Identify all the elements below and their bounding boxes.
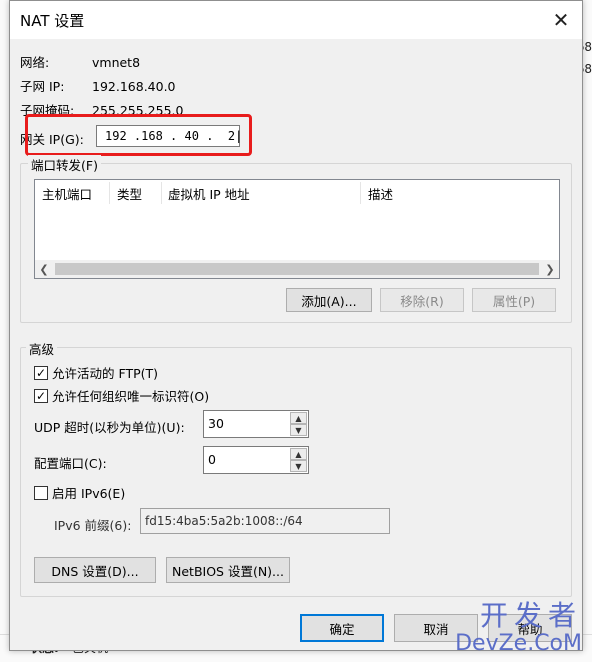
properties-button[interactable]: 属性(P)	[472, 288, 556, 312]
column-host-port[interactable]: 主机端口	[42, 184, 92, 203]
column-separator	[109, 182, 110, 204]
column-description[interactable]: 描述	[368, 184, 393, 203]
enable-ipv6-label[interactable]: 启用 IPv6(E)	[52, 483, 125, 502]
allow-oui-row[interactable]: ✓ 允许任何组织唯一标识符(O)	[34, 386, 209, 405]
scroll-left-icon[interactable]: ❮	[35, 260, 53, 278]
udp-timeout-stepper[interactable]: 30 ▲ ▼	[203, 410, 309, 438]
column-type[interactable]: 类型	[117, 184, 142, 203]
allow-ftp-row[interactable]: ✓ 允许活动的 FTP(T)	[34, 363, 158, 382]
allow-ftp-label[interactable]: 允许活动的 FTP(T)	[52, 363, 158, 382]
port-forwarding-list[interactable]: 主机端口 类型 虚拟机 IP 地址 描述 ❮ ❯	[34, 179, 560, 279]
network-value: vmnet8	[92, 55, 141, 70]
gateway-ip-input[interactable]: 192 .168 . 40 . 2|	[96, 125, 242, 147]
allow-oui-checkbox[interactable]: ✓	[34, 388, 48, 403]
network-label: 网络:	[20, 55, 50, 70]
subnet-ip-row: 子网 IP: 192.168.40.0	[20, 76, 176, 95]
ip-octet-2[interactable]: 168	[141, 129, 163, 143]
dialog-title: NAT 设置	[20, 12, 85, 30]
spin-up-icon[interactable]: ▲	[290, 412, 307, 424]
udp-timeout-label: UDP 超时(以秒为单位)(U):	[34, 420, 185, 435]
subnet-mask-row: 子网掩码: 255.255.255.0	[20, 100, 183, 119]
ip-octet-1[interactable]: 192	[105, 129, 127, 143]
ip-octet-4[interactable]: 2	[228, 129, 235, 143]
scroll-thumb[interactable]	[55, 263, 539, 275]
add-button[interactable]: 添加(A)...	[286, 288, 372, 312]
ipv6-prefix-input: fd15:4ba5:5a2b:1008::/64	[140, 508, 390, 534]
udp-timeout-value[interactable]: 30	[208, 416, 224, 431]
remove-button[interactable]: 移除(R)	[380, 288, 464, 312]
list-header: 主机端口 类型 虚拟机 IP 地址 描述	[35, 180, 559, 206]
config-port-label: 配置端口(C):	[34, 456, 107, 471]
config-port-value[interactable]: 0	[208, 452, 216, 467]
subnet-ip-value: 192.168.40.0	[92, 79, 176, 94]
column-separator	[161, 182, 162, 204]
dns-settings-button[interactable]: DNS 设置(D)...	[34, 557, 156, 583]
spin-down-icon[interactable]: ▼	[290, 424, 307, 436]
gateway-ip-label: 网关 IP(G):	[20, 132, 84, 147]
title-bar: NAT 设置 ✕	[10, 1, 582, 39]
network-row: 网络: vmnet8	[20, 52, 140, 71]
ip-octet-3[interactable]: 40	[185, 129, 199, 143]
netbios-settings-button[interactable]: NetBIOS 设置(N)...	[166, 557, 290, 583]
advanced-title: 高级	[26, 339, 58, 358]
help-button[interactable]: 帮助	[488, 614, 572, 642]
enable-ipv6-row[interactable]: 启用 IPv6(E)	[34, 483, 125, 502]
horizontal-scrollbar[interactable]: ❮ ❯	[35, 260, 559, 278]
subnet-ip-label: 子网 IP:	[20, 79, 65, 94]
checkmark-icon: ✓	[35, 365, 47, 380]
close-icon: ✕	[552, 8, 570, 32]
subnet-mask-value: 255.255.255.0	[92, 103, 184, 118]
column-vm-ip[interactable]: 虚拟机 IP 地址	[168, 184, 250, 203]
cancel-button[interactable]: 取消	[394, 614, 478, 642]
enable-ipv6-checkbox[interactable]	[34, 485, 48, 500]
ipv6-prefix-label: IPv6 前缀(6):	[54, 518, 132, 533]
column-separator	[360, 182, 361, 204]
config-port-stepper[interactable]: 0 ▲ ▼	[203, 446, 309, 474]
allow-oui-label[interactable]: 允许任何组织唯一标识符(O)	[52, 386, 209, 405]
checkmark-icon: ✓	[35, 388, 47, 403]
close-button[interactable]: ✕	[546, 5, 576, 35]
nat-settings-dialog: NAT 设置 ✕ 网络: vmnet8 子网 IP: 192.168.40.0 子网…	[9, 0, 583, 651]
subnet-mask-label: 子网掩码:	[20, 103, 75, 118]
scroll-right-icon[interactable]: ❯	[541, 260, 559, 278]
spin-down-icon[interactable]: ▼	[290, 460, 307, 472]
spin-up-icon[interactable]: ▲	[290, 448, 307, 460]
allow-ftp-checkbox[interactable]: ✓	[34, 365, 48, 380]
ok-button[interactable]: 确定	[300, 614, 384, 642]
port-forwarding-title: 端口转发(F)	[28, 155, 101, 174]
